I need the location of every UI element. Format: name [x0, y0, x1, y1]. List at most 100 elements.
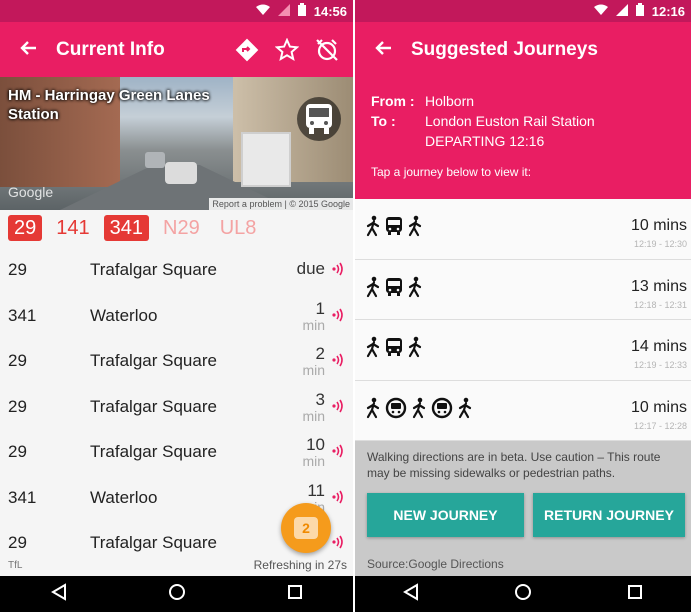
bus-icon — [385, 337, 403, 362]
arrival-destination: Waterloo — [90, 305, 158, 325]
arrival-route: 29 — [8, 351, 27, 370]
alarm-off-icon[interactable] — [307, 30, 347, 70]
arrival-due-value: due — [296, 259, 325, 278]
street-view-image: HM - Harringay Green Lanes Station Googl… — [0, 77, 353, 210]
journey-option[interactable]: 10 mins 12:19 - 12:30 — [355, 199, 691, 260]
back-arrow-icon[interactable] — [355, 37, 411, 63]
journey-option[interactable]: 14 mins 12:19 - 12:33 — [355, 320, 691, 381]
bus-icon — [385, 277, 403, 302]
app-bar: Suggested Journeys — [355, 22, 691, 77]
arrival-due-value: 1 — [315, 298, 325, 318]
suggested-journeys-screen: 12:16 Suggested Journeys From : Holborn … — [355, 0, 691, 612]
walk-icon — [407, 276, 423, 303]
notifications-fab[interactable]: 2 — [281, 503, 331, 553]
page-title: Suggested Journeys — [411, 38, 598, 60]
journey-duration: 14 mins — [630, 338, 687, 355]
journey-times: 12:19 - 12:30 — [633, 239, 687, 249]
walk-icon — [365, 397, 381, 424]
arrival-route: 29 — [8, 533, 27, 552]
arrival-due-unit: min — [302, 407, 325, 424]
journey-times: 12:17 - 12:28 — [633, 420, 687, 431]
directions-source: Source:Google Directions — [367, 557, 504, 571]
nav-back-icon[interactable] — [50, 582, 67, 606]
page-title: Current Info — [56, 38, 165, 60]
return-journey-button[interactable]: RETURN JOURNEY — [533, 493, 685, 537]
journey-modes — [365, 215, 423, 242]
status-bar: 14:56 — [0, 0, 353, 22]
refresh-countdown: Refreshing in 27s — [253, 558, 347, 572]
nav-bar — [0, 576, 353, 612]
new-journey-button[interactable]: NEW JOURNEY — [367, 493, 524, 537]
tube-icon — [385, 397, 407, 424]
arrival-destination: Waterloo — [90, 487, 158, 507]
arrival-due-value: 2 — [315, 344, 325, 363]
from-label: From : — [371, 93, 415, 109]
arrival-due-unit: min — [302, 362, 325, 378]
to-label: To : — [371, 113, 396, 129]
fab-count: 2 — [294, 517, 318, 539]
nav-recents-icon[interactable] — [287, 584, 303, 605]
google-logo: Google — [8, 184, 54, 200]
tfl-source-label: TfL — [8, 560, 23, 571]
arrival-due: due — [297, 254, 325, 278]
arrival-row[interactable]: 29 Trafalgar Square 2 min — [0, 337, 353, 383]
status-bar: 12:16 — [355, 0, 691, 22]
battery-icon — [635, 3, 644, 19]
journey-summary: From : Holborn To : London Euston Rail S… — [355, 77, 691, 199]
stop-name: HM - Harringay Green Lanes Station — [8, 87, 210, 123]
arrival-route: 341 — [8, 487, 37, 507]
realtime-icon — [331, 353, 345, 367]
beta-warning-text: Walking directions are in beta. Use caut… — [367, 450, 661, 480]
walk-icon — [411, 397, 427, 424]
arrival-route: 29 — [8, 396, 27, 416]
arrival-due: 2 min — [302, 345, 325, 378]
arrival-destination: Trafalgar Square — [90, 260, 217, 279]
nav-home-icon[interactable] — [168, 583, 186, 606]
arrival-destination: Trafalgar Square — [90, 351, 217, 370]
arrival-row[interactable]: 341 Waterloo 1 min — [0, 292, 353, 338]
arrival-due-unit: min — [302, 316, 325, 333]
arrival-due-value: 11 — [307, 480, 325, 500]
realtime-icon — [331, 490, 345, 504]
route-chip-341[interactable]: 341 — [103, 215, 149, 241]
walk-icon — [407, 215, 423, 242]
arrival-due-unit: min — [302, 453, 325, 469]
departing-time: DEPARTING 12:16 — [425, 133, 545, 149]
journey-option[interactable]: 13 mins 12:18 - 12:31 — [355, 259, 691, 320]
directions-icon[interactable] — [227, 30, 267, 70]
star-icon[interactable] — [267, 30, 307, 70]
nav-home-icon[interactable] — [514, 583, 532, 606]
route-filter-chips: 29 141 341 N29 UL8 — [8, 214, 353, 242]
journey-times: 12:19 - 12:33 — [633, 360, 687, 370]
arrival-route: 341 — [8, 305, 37, 325]
journey-duration: 10 mins — [630, 398, 687, 416]
arrival-row[interactable]: 29 Trafalgar Square 10 min — [0, 428, 353, 474]
tube-icon — [431, 397, 453, 424]
route-chip-141[interactable]: 141 — [50, 215, 95, 241]
journey-duration: 13 mins — [630, 277, 687, 295]
route-chip-n29[interactable]: N29 — [157, 215, 206, 241]
walk-icon — [407, 336, 423, 363]
journey-option[interactable]: 10 mins 12:17 - 12:28 — [355, 380, 691, 441]
route-chip-29[interactable]: 29 — [8, 215, 43, 241]
nav-recents-icon[interactable] — [627, 584, 643, 605]
nav-back-icon[interactable] — [402, 582, 419, 606]
journey-times: 12:18 - 12:31 — [633, 299, 687, 310]
back-arrow-icon[interactable] — [0, 37, 56, 63]
journey-list: 10 mins 12:19 - 12:30 13 mins 12:18 - 12:31… — [355, 199, 691, 441]
nav-bar — [355, 576, 691, 612]
arrival-destination: Trafalgar Square — [90, 442, 217, 461]
from-value: Holborn — [425, 93, 475, 109]
walk-icon — [457, 397, 473, 424]
journey-modes — [365, 397, 473, 424]
bus-icon — [385, 216, 403, 241]
arrival-row[interactable]: 29 Trafalgar Square due — [0, 246, 353, 292]
arrival-row[interactable]: 29 Trafalgar Square 3 min — [0, 383, 353, 429]
arrival-due: 1 min — [302, 298, 325, 333]
warning-panel: Walking directions are in beta. Use caut… — [355, 441, 691, 576]
route-chip-ul8[interactable]: UL8 — [214, 215, 263, 241]
arrival-destination: Trafalgar Square — [90, 533, 217, 552]
report-problem-link[interactable]: Report a problem | © 2015 Google — [209, 198, 353, 210]
journey-duration: 10 mins — [630, 217, 687, 234]
wifi-icon — [255, 4, 270, 19]
